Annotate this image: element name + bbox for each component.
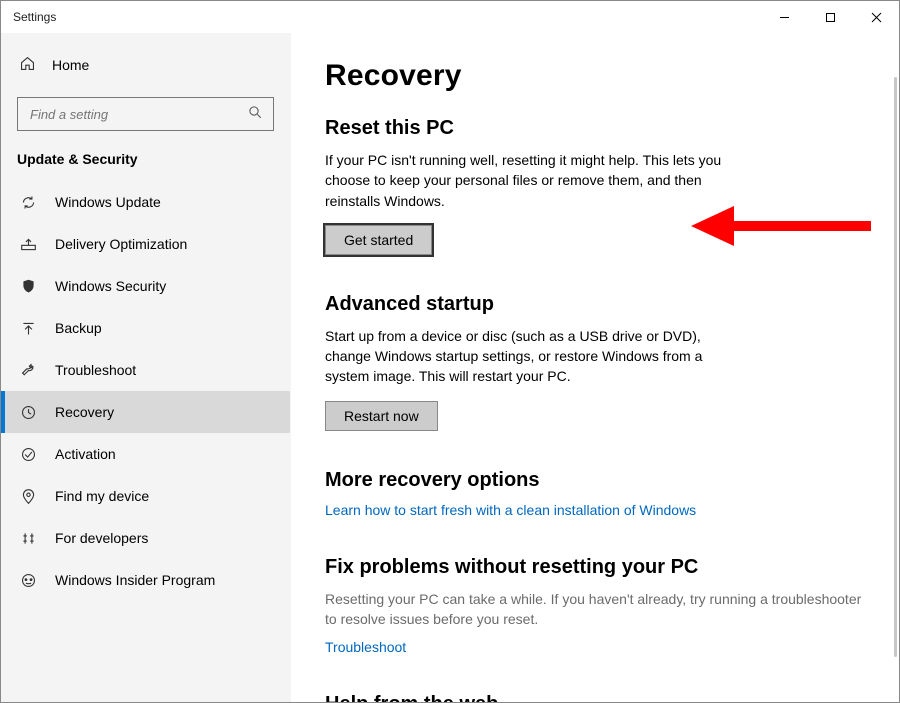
delivery-icon bbox=[19, 235, 37, 253]
advanced-heading: Advanced startup bbox=[325, 293, 865, 316]
sidebar-item-label: Find my device bbox=[55, 488, 149, 504]
wrench-icon bbox=[19, 361, 37, 379]
location-icon bbox=[19, 487, 37, 505]
sidebar-item-find-my-device[interactable]: Find my device bbox=[1, 475, 290, 517]
sidebar-item-for-developers[interactable]: For developers bbox=[1, 517, 290, 559]
advanced-description: Start up from a device or disc (such as … bbox=[325, 326, 745, 387]
home-label: Home bbox=[52, 57, 89, 73]
sidebar-item-label: Windows Security bbox=[55, 278, 166, 294]
developer-icon bbox=[19, 529, 37, 547]
sync-icon bbox=[19, 193, 37, 211]
search-input[interactable] bbox=[28, 106, 248, 123]
restart-now-button[interactable]: Restart now bbox=[325, 401, 438, 431]
sidebar-item-label: Windows Update bbox=[55, 194, 161, 210]
sidebar-item-label: For developers bbox=[55, 530, 148, 546]
home-icon bbox=[19, 55, 36, 75]
sidebar-item-label: Backup bbox=[55, 320, 102, 336]
sidebar-item-troubleshoot[interactable]: Troubleshoot bbox=[1, 349, 290, 391]
sidebar-item-windows-update[interactable]: Windows Update bbox=[1, 181, 290, 223]
sidebar-item-activation[interactable]: Activation bbox=[1, 433, 290, 475]
backup-icon bbox=[19, 319, 37, 337]
troubleshoot-link[interactable]: Troubleshoot bbox=[325, 639, 406, 655]
fix-heading: Fix problems without resetting your PC bbox=[325, 556, 865, 579]
page-title: Recovery bbox=[325, 59, 865, 93]
fresh-start-link[interactable]: Learn how to start fresh with a clean in… bbox=[325, 502, 696, 518]
sidebar-item-label: Recovery bbox=[55, 404, 114, 420]
sidebar-item-label: Troubleshoot bbox=[55, 362, 136, 378]
sidebar: Home Update & Security Windows Update bbox=[1, 33, 291, 702]
more-heading: More recovery options bbox=[325, 469, 865, 492]
section-heading: Update & Security bbox=[1, 145, 290, 181]
settings-window: Settings Home Update & Securi bbox=[0, 0, 900, 703]
sidebar-item-label: Delivery Optimization bbox=[55, 236, 187, 252]
sidebar-item-windows-security[interactable]: Windows Security bbox=[1, 265, 290, 307]
sidebar-list: Windows Update Delivery Optimization Win… bbox=[1, 181, 290, 601]
sidebar-item-windows-insider[interactable]: Windows Insider Program bbox=[1, 559, 290, 601]
search-icon bbox=[248, 105, 263, 123]
reset-heading: Reset this PC bbox=[325, 117, 865, 140]
sidebar-item-label: Activation bbox=[55, 446, 116, 462]
insider-icon bbox=[19, 571, 37, 589]
search-box[interactable] bbox=[17, 97, 274, 131]
close-button[interactable] bbox=[853, 1, 899, 33]
sidebar-item-label: Windows Insider Program bbox=[55, 572, 215, 588]
reset-description: If your PC isn't running well, resetting… bbox=[325, 150, 745, 211]
home-nav[interactable]: Home bbox=[1, 45, 290, 85]
maximize-button[interactable] bbox=[807, 1, 853, 33]
sidebar-item-backup[interactable]: Backup bbox=[1, 307, 290, 349]
fix-description: Resetting your PC can take a while. If y… bbox=[325, 589, 865, 630]
check-circle-icon bbox=[19, 445, 37, 463]
sidebar-item-recovery[interactable]: Recovery bbox=[1, 391, 290, 433]
window-controls bbox=[761, 1, 899, 33]
shield-icon bbox=[19, 277, 37, 295]
sidebar-item-delivery-optimization[interactable]: Delivery Optimization bbox=[1, 223, 290, 265]
minimize-button[interactable] bbox=[761, 1, 807, 33]
get-started-button[interactable]: Get started bbox=[325, 225, 432, 255]
recovery-icon bbox=[19, 403, 37, 421]
window-title: Settings bbox=[13, 10, 56, 24]
main-content: Recovery Reset this PC If your PC isn't … bbox=[291, 33, 899, 702]
help-heading: Help from the web bbox=[325, 693, 865, 702]
